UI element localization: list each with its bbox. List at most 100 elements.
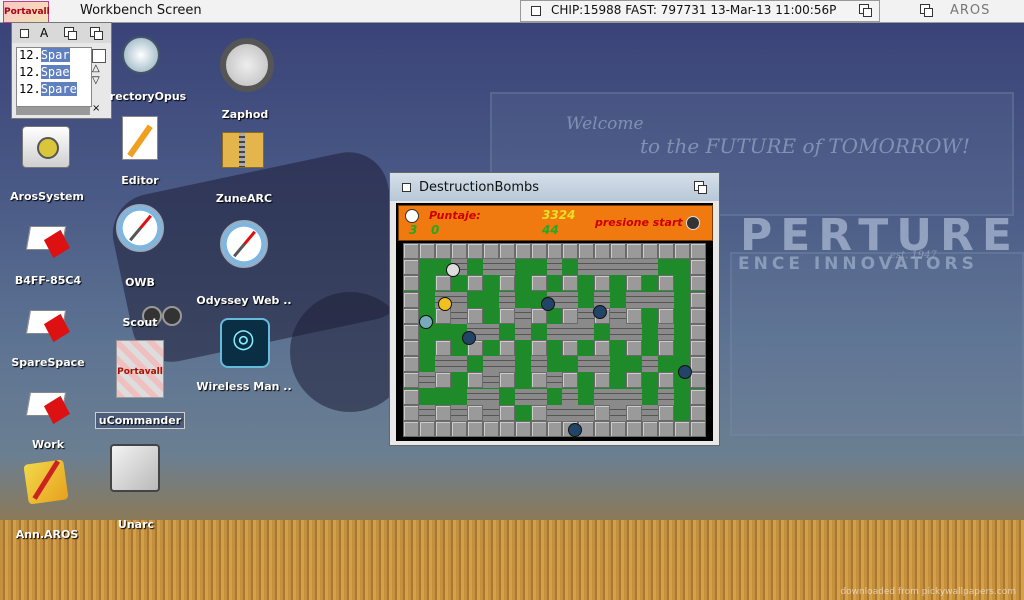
board-wall [514,420,531,437]
board-brick [530,388,547,405]
icon-odyssey[interactable]: Odyssey Web .. [196,220,292,307]
board-wall [498,420,515,437]
board-brick [482,404,499,421]
board-pillar [594,404,611,421]
board-wall [514,243,531,260]
zoom-gadget-icon[interactable] [64,27,77,40]
start-prompt: presione start [595,216,683,229]
board-brick [578,356,595,373]
icon-label: Odyssey Web .. [196,294,292,307]
board-wall [690,259,706,276]
wallpaper-credit: downloaded from pickywallpapers.com [840,587,1016,597]
board-pillar [466,307,483,324]
board-brick [482,259,499,276]
board-brick [610,404,627,421]
board-brick [562,388,579,405]
board-pillar [594,372,611,389]
board-brick [514,323,531,340]
board-pillar [466,404,483,421]
icon-unarc[interactable]: Unarc [110,444,162,531]
board-wall [562,243,579,260]
board-wall [498,243,515,260]
icon-b4ff[interactable]: B4FF-85C4 [15,226,81,287]
board-brick [578,259,595,276]
board-pillar [530,275,547,292]
board-wall [403,307,419,324]
window-titlebar[interactable]: A [12,23,111,43]
board-brick [658,291,675,308]
board-pillar [626,404,643,421]
board-wall [403,243,419,260]
board-wall [466,420,483,437]
board-pillar [562,307,579,324]
archive-icon [222,132,264,168]
board-pillar [466,372,483,389]
board-wall [690,323,706,340]
depth-gadget-icon[interactable] [859,4,872,17]
board-pillar [626,275,643,292]
game-canvas[interactable]: Puntaje: 3 0 3324 44 presione start [396,203,713,441]
close-gadget-icon[interactable] [531,6,541,16]
board-brick [514,307,531,324]
text-list[interactable]: 12.Spar 12.Spae 12.Spare [16,47,92,107]
depth-gadget-icon[interactable] [694,181,707,194]
board-brick [450,307,467,324]
directory-opus-icon [122,36,160,74]
close-gadget-icon[interactable] [20,29,29,38]
board-wall [403,275,419,292]
game-board[interactable] [403,243,706,437]
board-brick [642,259,659,276]
destructionbombs-window[interactable]: DestructionBombs Puntaje: 3 0 3324 44 pr… [389,172,720,446]
board-brick [466,388,483,405]
icon-zaphod[interactable]: Zaphod [220,38,274,121]
screen-title-bar[interactable]: Portavall Workbench Screen CHIP:15988 FA… [0,0,1024,23]
drive-icon [25,310,67,334]
board-pillar [658,404,675,421]
board-brick [514,388,531,405]
board-wall [403,323,419,340]
icon-arossystem[interactable]: ArosSystem [10,126,84,203]
icon-sparespace[interactable]: SpareSpace [11,310,85,370]
scroll-down-icon[interactable]: ▽ [92,75,106,87]
board-pillar [498,275,515,292]
icon-directoryopus[interactable]: rectoryOpus [110,36,186,103]
board-pillar [498,372,515,389]
icon-scout[interactable]: Scout [122,302,182,332]
icon-zunearc[interactable]: ZuneARC [216,132,272,205]
mini-list-window[interactable]: A 12.Spar 12.Spae 12.Spare △ ▽ × [11,22,112,119]
icon-work[interactable]: Work [25,392,68,452]
board-wall [642,420,659,437]
board-brick [450,356,467,373]
board-pillar [498,340,515,357]
depth-gadget-icon[interactable] [90,27,103,40]
board-wall [690,372,706,389]
board-wall [690,356,706,373]
board-pillar [658,372,675,389]
horizontal-scrollbar[interactable] [16,107,90,115]
selected-icon-label: uCommander [94,412,186,429]
window-titlebar[interactable]: DestructionBombs [390,173,719,201]
board-wall [482,243,499,260]
board-brick [626,291,643,308]
board-brick [594,388,611,405]
icon-ucommander[interactable]: uCommander [94,340,186,430]
list-item[interactable]: 12.Spae [17,65,91,82]
board-wall [642,243,659,260]
wallpaper-brand-sub: ENCE INNOVATORS [738,254,978,274]
icon-wireless[interactable]: Wireless Man .. [196,318,292,394]
scroll-up-icon[interactable]: △ [92,63,106,75]
board-wall [690,404,706,421]
bomb-icon [686,216,700,230]
list-item[interactable]: 12.Spar [17,48,91,65]
list-item[interactable]: 12.Spare [17,82,91,99]
board-brick [658,388,675,405]
close-gadget-icon[interactable] [402,183,411,192]
close-icon[interactable]: × [92,103,100,114]
scroll-knob[interactable] [92,49,106,63]
icon-editor[interactable]: Editor [120,116,160,187]
screen-depth-icon[interactable] [920,4,933,17]
board-brick [498,356,515,373]
icon-owb[interactable]: OWB [116,204,164,289]
icon-annaros[interactable]: Ann.AROS [16,459,78,542]
wallpaper-slogan: to the FUTURE of TOMORROW! [640,134,971,158]
